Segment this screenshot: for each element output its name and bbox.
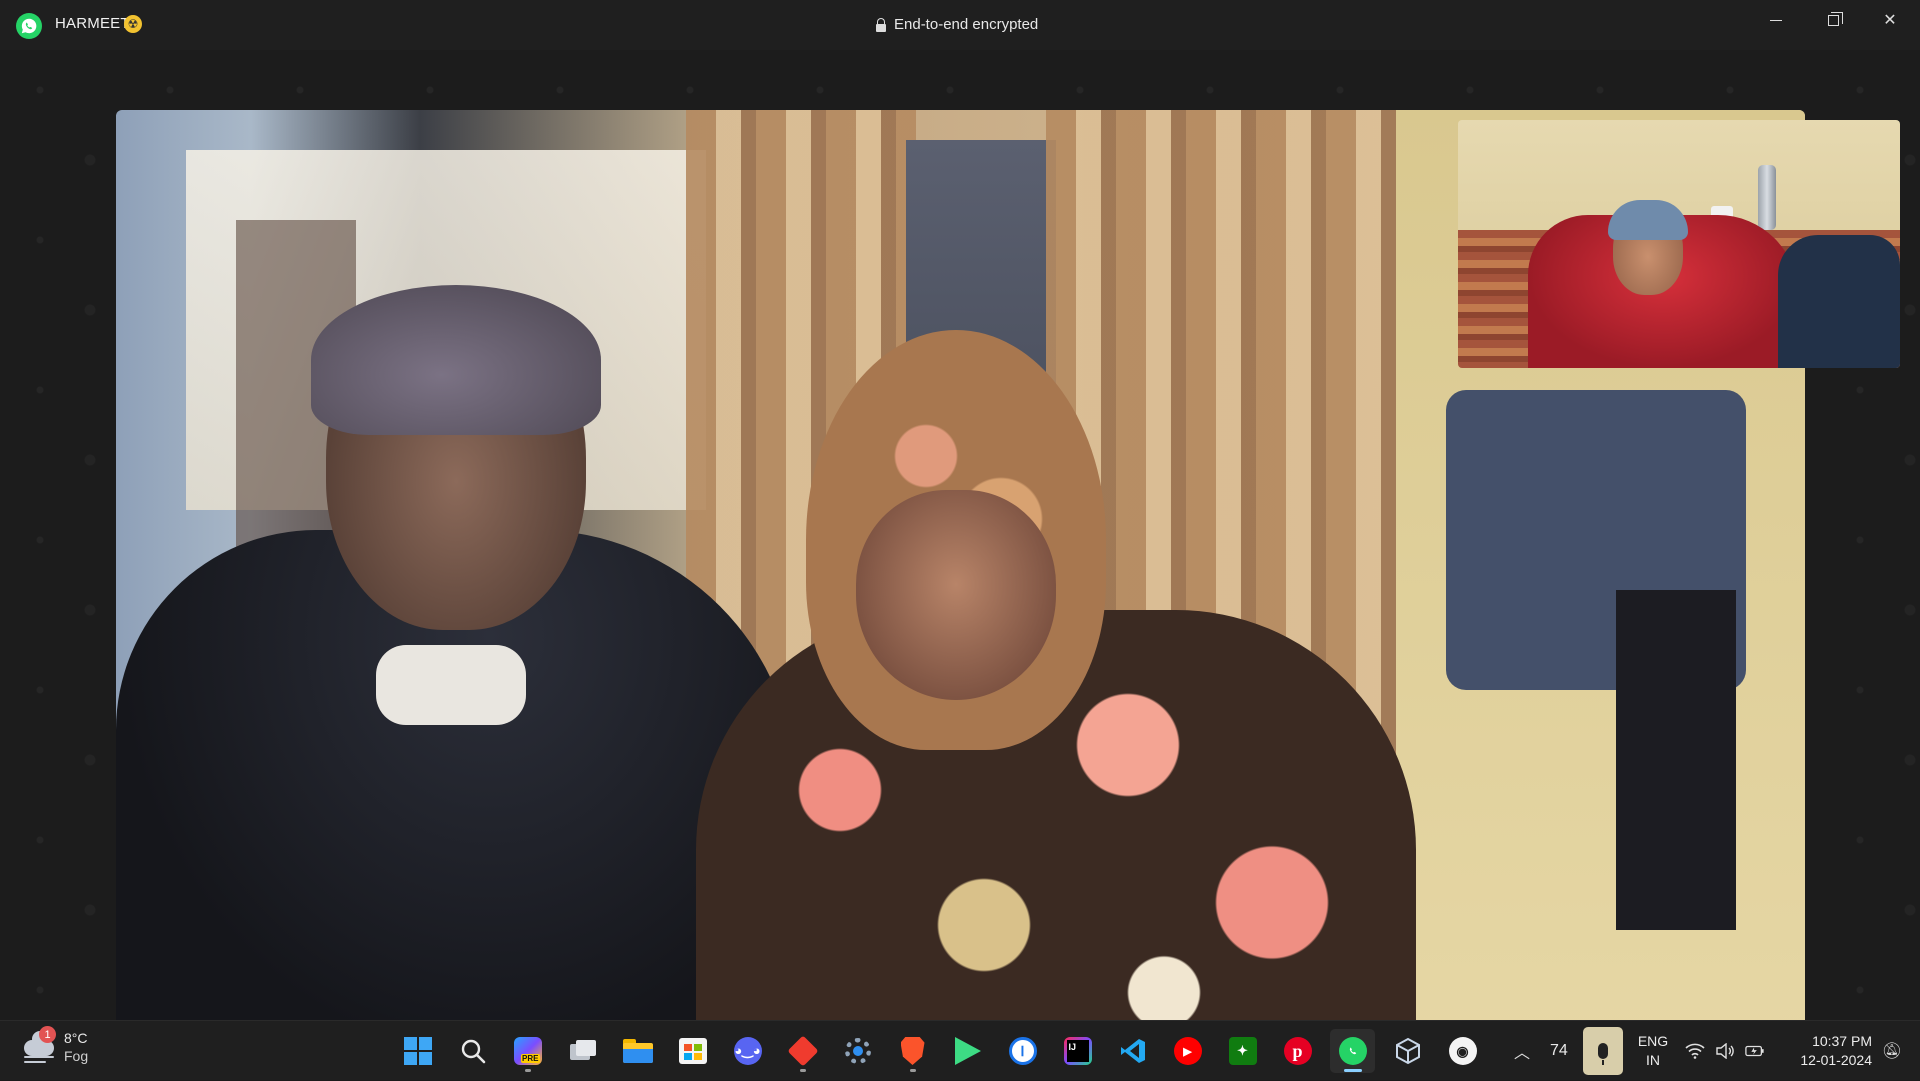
- windows-start-icon: [403, 1037, 432, 1065]
- settings-button[interactable]: [835, 1029, 880, 1073]
- encryption-label: End-to-end encrypted: [894, 16, 1039, 33]
- microphone-icon: [1598, 1043, 1608, 1065]
- restore-icon: [1827, 11, 1843, 26]
- youtube-music-button[interactable]: ▶: [1165, 1029, 1210, 1073]
- self-view-bottle: [1758, 165, 1776, 230]
- whatsapp-logo-icon: [16, 13, 42, 39]
- diamond-app-button[interactable]: [780, 1029, 825, 1073]
- close-button[interactable]: ✕: [1862, 0, 1918, 40]
- task-view-button[interactable]: [560, 1029, 605, 1073]
- notifications-button[interactable]: 🔕︎: [1880, 1021, 1904, 1081]
- minimize-button[interactable]: [1748, 0, 1804, 40]
- password-manager-button[interactable]: Ⅰ: [1000, 1029, 1045, 1073]
- gamebar-icon: ✦: [1228, 1037, 1257, 1065]
- encryption-notice: End-to-end encrypted: [876, 16, 1038, 33]
- video-hanging-cloth: [1616, 590, 1736, 930]
- copilot-icon: PRE: [513, 1037, 542, 1065]
- clock-time: 10:37 PM: [1812, 1033, 1872, 1049]
- brave-button[interactable]: [890, 1029, 935, 1073]
- music-icon: ▶: [1173, 1037, 1202, 1065]
- video-person-left-shirt: [376, 645, 526, 725]
- video-person-right-face: [856, 490, 1056, 700]
- diamond-icon: [786, 1035, 819, 1067]
- android-studio-button[interactable]: [945, 1029, 990, 1073]
- vscode-button[interactable]: [1110, 1029, 1155, 1073]
- call-area: [0, 50, 1920, 1060]
- pinterest-icon: p: [1283, 1037, 1312, 1065]
- weather-badge: 1: [39, 1026, 56, 1043]
- self-view-beanie: [1608, 200, 1688, 240]
- video-person-left-beanie: [311, 285, 601, 435]
- quick-settings-button[interactable]: [1685, 1021, 1765, 1081]
- brave-icon: [900, 1037, 925, 1065]
- key-icon: Ⅰ: [1008, 1037, 1037, 1065]
- whatsapp-icon: [1338, 1037, 1367, 1065]
- volume-icon: [1715, 1041, 1735, 1061]
- language-label: ENG: [1637, 1033, 1669, 1049]
- cube-icon: [1395, 1037, 1420, 1065]
- game-bar-button[interactable]: ✦: [1220, 1029, 1265, 1073]
- discord-icon: ◕‿◕: [733, 1037, 762, 1065]
- fog-weather-icon: 1: [22, 1026, 56, 1064]
- gear-icon: [844, 1038, 871, 1064]
- copilot-pre-button[interactable]: PRE: [505, 1029, 550, 1073]
- file-explorer-button[interactable]: [615, 1029, 660, 1073]
- task-view-icon: [569, 1040, 596, 1062]
- language-switcher[interactable]: ENG IN: [1633, 1021, 1673, 1081]
- start-button[interactable]: [395, 1029, 440, 1073]
- self-view-bag: [1778, 235, 1900, 368]
- virtualbox-button[interactable]: [1385, 1029, 1430, 1073]
- search-icon: [461, 1039, 485, 1064]
- contact-name[interactable]: HARMEET: [55, 15, 130, 32]
- clock[interactable]: 10:37 PM 12-01-2024: [1780, 1021, 1872, 1081]
- tray-counter[interactable]: 74: [1550, 1021, 1568, 1081]
- clock-date: 12-01-2024: [1800, 1052, 1872, 1068]
- weather-temperature: 8°C: [64, 1030, 88, 1046]
- wifi-icon: [1685, 1041, 1705, 1061]
- battery-charging-icon: [1745, 1041, 1765, 1061]
- vscode-icon: [1120, 1039, 1145, 1063]
- self-view-video[interactable]: [1458, 120, 1900, 368]
- minimize-icon: [1770, 19, 1782, 21]
- pinterest-button[interactable]: p: [1275, 1029, 1320, 1073]
- play-icon: [954, 1037, 981, 1065]
- taskbar-apps: PRE ◕‿◕ Ⅰ IJ ▶ ✦ p ◉: [395, 1029, 1485, 1073]
- ij-icon: IJ: [1063, 1037, 1092, 1065]
- microphone-in-use-button[interactable]: [1583, 1027, 1623, 1075]
- github-icon: ◉: [1448, 1037, 1477, 1065]
- whatsapp-button[interactable]: [1330, 1029, 1375, 1073]
- discord-button[interactable]: ◕‿◕: [725, 1029, 770, 1073]
- weather-condition: Fog: [64, 1048, 89, 1064]
- weather-widget[interactable]: 1 8°C Fog: [22, 1026, 89, 1065]
- lock-icon: [876, 17, 886, 32]
- region-label: IN: [1646, 1052, 1660, 1068]
- show-hidden-icons-button[interactable]: ︿: [1510, 1021, 1534, 1081]
- chevron-up-icon: ︿: [1513, 1045, 1530, 1062]
- close-icon: ✕: [1883, 12, 1897, 29]
- notification-bell-icon: 🔕︎: [1881, 1043, 1903, 1060]
- title-bar: HARMEET ☢ End-to-end encrypted ✕: [0, 0, 1920, 50]
- github-desktop-button[interactable]: ◉: [1440, 1029, 1485, 1073]
- radioactive-emoji-icon: ☢: [124, 15, 142, 33]
- taskbar: 1 8°C Fog PRE ◕‿◕ Ⅰ IJ ▶ ✦ p ◉ ︿ 74 ENG …: [0, 1020, 1920, 1080]
- store-icon: [678, 1038, 707, 1064]
- search-button[interactable]: [450, 1029, 495, 1073]
- microsoft-store-button[interactable]: [670, 1029, 715, 1073]
- intellij-button[interactable]: IJ: [1055, 1029, 1100, 1073]
- restore-button[interactable]: [1805, 0, 1861, 40]
- folder-icon: [622, 1039, 653, 1063]
